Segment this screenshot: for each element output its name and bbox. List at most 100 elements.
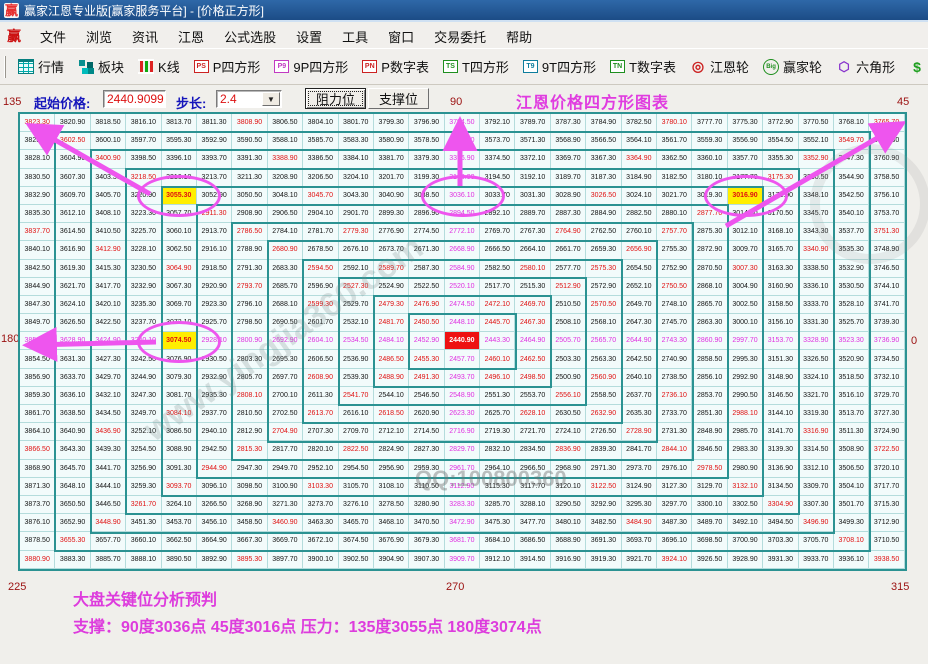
grid-cell[interactable]: 2743.30	[657, 332, 692, 350]
grid-cell[interactable]: 2772.10	[445, 223, 480, 241]
grid-cell[interactable]: 2894.50	[445, 205, 480, 223]
grid-cell[interactable]: 2932.90	[197, 369, 232, 387]
grid-cell[interactable]: 2604.10	[303, 332, 338, 350]
grid-cell[interactable]: 3511.30	[834, 423, 869, 441]
grid-cell[interactable]: 2716.90	[445, 423, 480, 441]
grid-cell[interactable]: 3621.70	[55, 278, 90, 296]
grid-cell[interactable]: 2728.90	[622, 423, 657, 441]
grid-cell[interactable]: 3266.50	[197, 496, 232, 514]
grid-cell[interactable]: 3429.70	[91, 369, 126, 387]
grid-cell[interactable]: 3206.50	[303, 169, 338, 187]
grid-cell[interactable]: 2529.70	[339, 296, 374, 314]
grid-cell[interactable]: 2580.10	[515, 260, 550, 278]
grid-cell[interactable]: 2647.30	[622, 314, 657, 332]
grid-cell[interactable]: 3367.30	[586, 150, 621, 168]
grid-cell[interactable]: 2568.10	[586, 314, 621, 332]
grid-cell[interactable]: 2820.10	[303, 441, 338, 459]
grid-cell[interactable]: 2925.70	[197, 314, 232, 332]
grid-cell[interactable]: 3024.10	[622, 187, 657, 205]
grid-cell[interactable]: 2611.30	[303, 387, 338, 405]
grid-cell[interactable]: 2940.10	[197, 423, 232, 441]
grid-cell[interactable]: 3717.70	[869, 478, 904, 496]
grid-cell[interactable]: 3640.90	[55, 423, 90, 441]
grid-cell[interactable]: 3852.10	[20, 332, 55, 350]
grid-cell[interactable]: 3559.30	[692, 132, 727, 150]
grid-cell[interactable]: 2736.10	[657, 387, 692, 405]
toolbar-item-赢家轮[interactable]: Big赢家轮	[756, 57, 829, 76]
grid-cell[interactable]: 2536.90	[339, 350, 374, 368]
grid-cell[interactable]: 3084.10	[162, 405, 197, 423]
grid-cell[interactable]: 3009.70	[728, 241, 763, 259]
grid-cell[interactable]: 2800.90	[232, 332, 267, 350]
grid-cell[interactable]: 2616.10	[339, 405, 374, 423]
grid-cell[interactable]: 2450.50	[409, 314, 444, 332]
grid-cell[interactable]: 3453.70	[162, 514, 197, 532]
grid-cell[interactable]: 2618.50	[374, 405, 409, 423]
grid-cell[interactable]: 3921.70	[622, 551, 657, 569]
grid-cell[interactable]: 2678.50	[303, 241, 338, 259]
grid-cell[interactable]: 3028.90	[551, 187, 586, 205]
grid-cell[interactable]: 3120.10	[551, 478, 586, 496]
grid-cell[interactable]: 2472.10	[480, 296, 515, 314]
grid-cell[interactable]: 2692.90	[268, 332, 303, 350]
grid-cell[interactable]: 2544.10	[374, 387, 409, 405]
grid-cell[interactable]: 2620.90	[409, 405, 444, 423]
grid-cell[interactable]: 2832.10	[480, 441, 515, 459]
grid-cell[interactable]: 3705.70	[799, 532, 834, 550]
grid-cell[interactable]: 3686.50	[515, 532, 550, 550]
grid-cell[interactable]: 2599.30	[303, 296, 338, 314]
grid-cell[interactable]: 3069.70	[162, 296, 197, 314]
grid-cell[interactable]: 3876.10	[20, 514, 55, 532]
grid-cell[interactable]: 2649.70	[622, 296, 657, 314]
grid-cell[interactable]: 3273.70	[303, 496, 338, 514]
grid-cell[interactable]: 2539.30	[339, 369, 374, 387]
grid-cell[interactable]: 2712.10	[374, 423, 409, 441]
grid-cell[interactable]: 2488.90	[374, 369, 409, 387]
grid-cell[interactable]: 2848.90	[692, 423, 727, 441]
grid-cell[interactable]: 3806.50	[268, 114, 303, 132]
grid-cell[interactable]: 2589.70	[374, 260, 409, 278]
grid-cell[interactable]: 3744.10	[869, 278, 904, 296]
grid-cell[interactable]: 3405.70	[91, 187, 126, 205]
grid-cell[interactable]: 3571.30	[515, 132, 550, 150]
grid-cell[interactable]: 3520.90	[834, 350, 869, 368]
grid-cell[interactable]: 2467.30	[515, 314, 550, 332]
grid-cell[interactable]: 3278.50	[374, 496, 409, 514]
grid-cell[interactable]: 2683.30	[268, 260, 303, 278]
grid-cell[interactable]: 3698.50	[692, 532, 727, 550]
grid-cell[interactable]: 2496.10	[480, 369, 515, 387]
grid-cell[interactable]: 2565.70	[586, 332, 621, 350]
grid-cell[interactable]: 3417.70	[91, 278, 126, 296]
grid-cell[interactable]: 3499.30	[834, 514, 869, 532]
grid-cell[interactable]: 3314.50	[799, 441, 834, 459]
grid-cell[interactable]: 2654.50	[622, 260, 657, 278]
grid-cell[interactable]: 3760.90	[869, 150, 904, 168]
grid-cell[interactable]: 2541.70	[339, 387, 374, 405]
grid-cell[interactable]: 3916.90	[551, 551, 586, 569]
grid-cell[interactable]: 3170.50	[763, 205, 798, 223]
grid-cell[interactable]: 3124.90	[622, 478, 657, 496]
grid-cell[interactable]: 2793.70	[232, 278, 267, 296]
grid-cell[interactable]: 2740.90	[657, 350, 692, 368]
grid-cell[interactable]: 3741.70	[869, 296, 904, 314]
grid-cell[interactable]: 3684.10	[480, 532, 515, 550]
grid-cell[interactable]: 3187.30	[586, 169, 621, 187]
grid-cell[interactable]: 2601.70	[303, 314, 338, 332]
grid-cell[interactable]: 2690.50	[268, 314, 303, 332]
grid-cell[interactable]: 3840.10	[20, 241, 55, 259]
grid-cell[interactable]: 2666.50	[480, 241, 515, 259]
grid-cell[interactable]: 3784.90	[586, 114, 621, 132]
grid-cell[interactable]: 2980.90	[728, 460, 763, 478]
grid-cell[interactable]: 3936.10	[834, 551, 869, 569]
grid-cell[interactable]: 3722.50	[869, 441, 904, 459]
grid-cell[interactable]: 2510.50	[551, 296, 586, 314]
grid-cell[interactable]: 3926.50	[692, 551, 727, 569]
grid-cell[interactable]: 2901.70	[339, 205, 374, 223]
grid-cell[interactable]: 3494.50	[763, 514, 798, 532]
grid-cell[interactable]: 2464.90	[515, 332, 550, 350]
grid-cell[interactable]: 3465.70	[339, 514, 374, 532]
grid-cell[interactable]: 2863.30	[692, 314, 727, 332]
grid-cell[interactable]: 3638.50	[55, 405, 90, 423]
grid-cell[interactable]: 2606.50	[303, 350, 338, 368]
grid-cell[interactable]: 3156.10	[763, 314, 798, 332]
